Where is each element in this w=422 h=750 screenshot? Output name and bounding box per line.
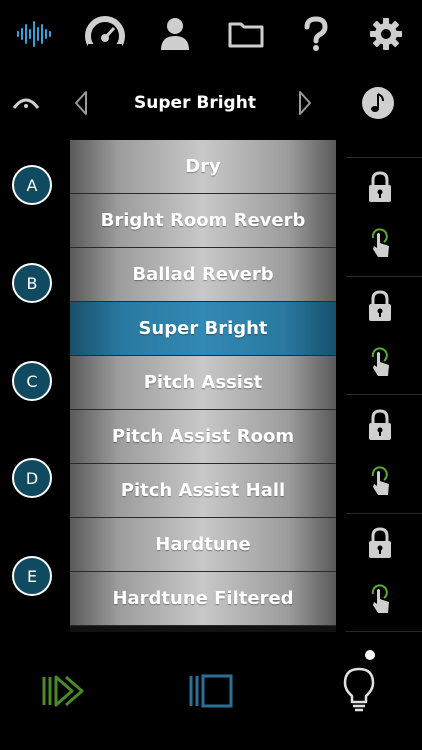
- chevron-left-icon: [75, 91, 87, 115]
- slot-b-button[interactable]: B: [12, 263, 52, 303]
- divider: [346, 394, 422, 395]
- music-note-button[interactable]: [361, 86, 395, 120]
- slot-a-button[interactable]: A: [12, 165, 52, 205]
- touch-button[interactable]: [364, 464, 396, 498]
- slot-e-button[interactable]: E: [12, 556, 52, 596]
- divider: [346, 513, 422, 514]
- lock-button[interactable]: [364, 289, 396, 323]
- preset-item[interactable]: Hardtune Filtered: [70, 572, 336, 626]
- lock-button[interactable]: [364, 170, 396, 204]
- touch-button[interactable]: [364, 345, 396, 379]
- folder-button[interactable]: [224, 14, 268, 54]
- preset-item[interactable]: Pitch Assist Hall: [70, 464, 336, 518]
- lock-button[interactable]: [364, 526, 396, 560]
- lock-icon: [369, 409, 391, 440]
- hand-touch-icon: [371, 584, 389, 613]
- user-button[interactable]: [153, 14, 197, 54]
- preset-item-selected[interactable]: Super Bright: [70, 302, 336, 356]
- preset-item[interactable]: Dry: [70, 140, 336, 194]
- current-preset-title: Super Bright: [134, 93, 256, 113]
- slot-c-button[interactable]: C: [12, 361, 52, 401]
- tips-button[interactable]: [340, 666, 378, 714]
- lock-icon: [369, 527, 391, 558]
- touch-button[interactable]: [364, 582, 396, 616]
- waveform-button[interactable]: [12, 14, 56, 54]
- divider: [346, 157, 422, 158]
- user-icon: [161, 18, 189, 50]
- lock-icon: [369, 171, 391, 202]
- preset-item[interactable]: Ballad Reverb: [70, 248, 336, 302]
- help-icon: [304, 16, 328, 51]
- panels-icon: [189, 674, 233, 708]
- layout-button[interactable]: [187, 672, 235, 710]
- settings-button[interactable]: [364, 14, 408, 54]
- preset-item[interactable]: Hardtune: [70, 518, 336, 572]
- previous-preset-button[interactable]: [70, 88, 92, 118]
- next-preset-button[interactable]: [294, 88, 316, 118]
- play-forward-button[interactable]: [40, 672, 86, 710]
- lock-button[interactable]: [364, 408, 396, 442]
- preset-list[interactable]: Dry Bright Room Reverb Ballad Reverb Sup…: [70, 140, 336, 632]
- lock-icon: [369, 290, 391, 321]
- indicator-dot: [365, 650, 375, 660]
- touch-button[interactable]: [364, 226, 396, 260]
- help-button[interactable]: [294, 14, 338, 54]
- hand-touch-icon: [371, 347, 389, 376]
- waveform-icon: [17, 21, 51, 47]
- lightbulb-icon: [343, 667, 375, 712]
- gauge-icon: [85, 16, 125, 54]
- preset-item[interactable]: Pitch Assist: [70, 356, 336, 410]
- chevron-right-icon: [299, 91, 311, 115]
- arc-icon: [12, 98, 40, 109]
- preset-item[interactable]: Bright Room Reverb: [70, 194, 336, 248]
- hand-touch-icon: [371, 466, 389, 495]
- preset-item[interactable]: Pitch Assist Room: [70, 410, 336, 464]
- edit-preset-button[interactable]: [10, 88, 42, 118]
- divider: [346, 276, 422, 277]
- hand-touch-icon: [371, 228, 389, 257]
- divider: [346, 631, 422, 632]
- gauge-button[interactable]: [83, 14, 127, 54]
- music-note-icon: [362, 87, 394, 119]
- settings-icon: [370, 18, 402, 50]
- folder-icon: [228, 22, 264, 48]
- slot-d-button[interactable]: D: [12, 458, 52, 498]
- fast-forward-icon: [42, 675, 84, 707]
